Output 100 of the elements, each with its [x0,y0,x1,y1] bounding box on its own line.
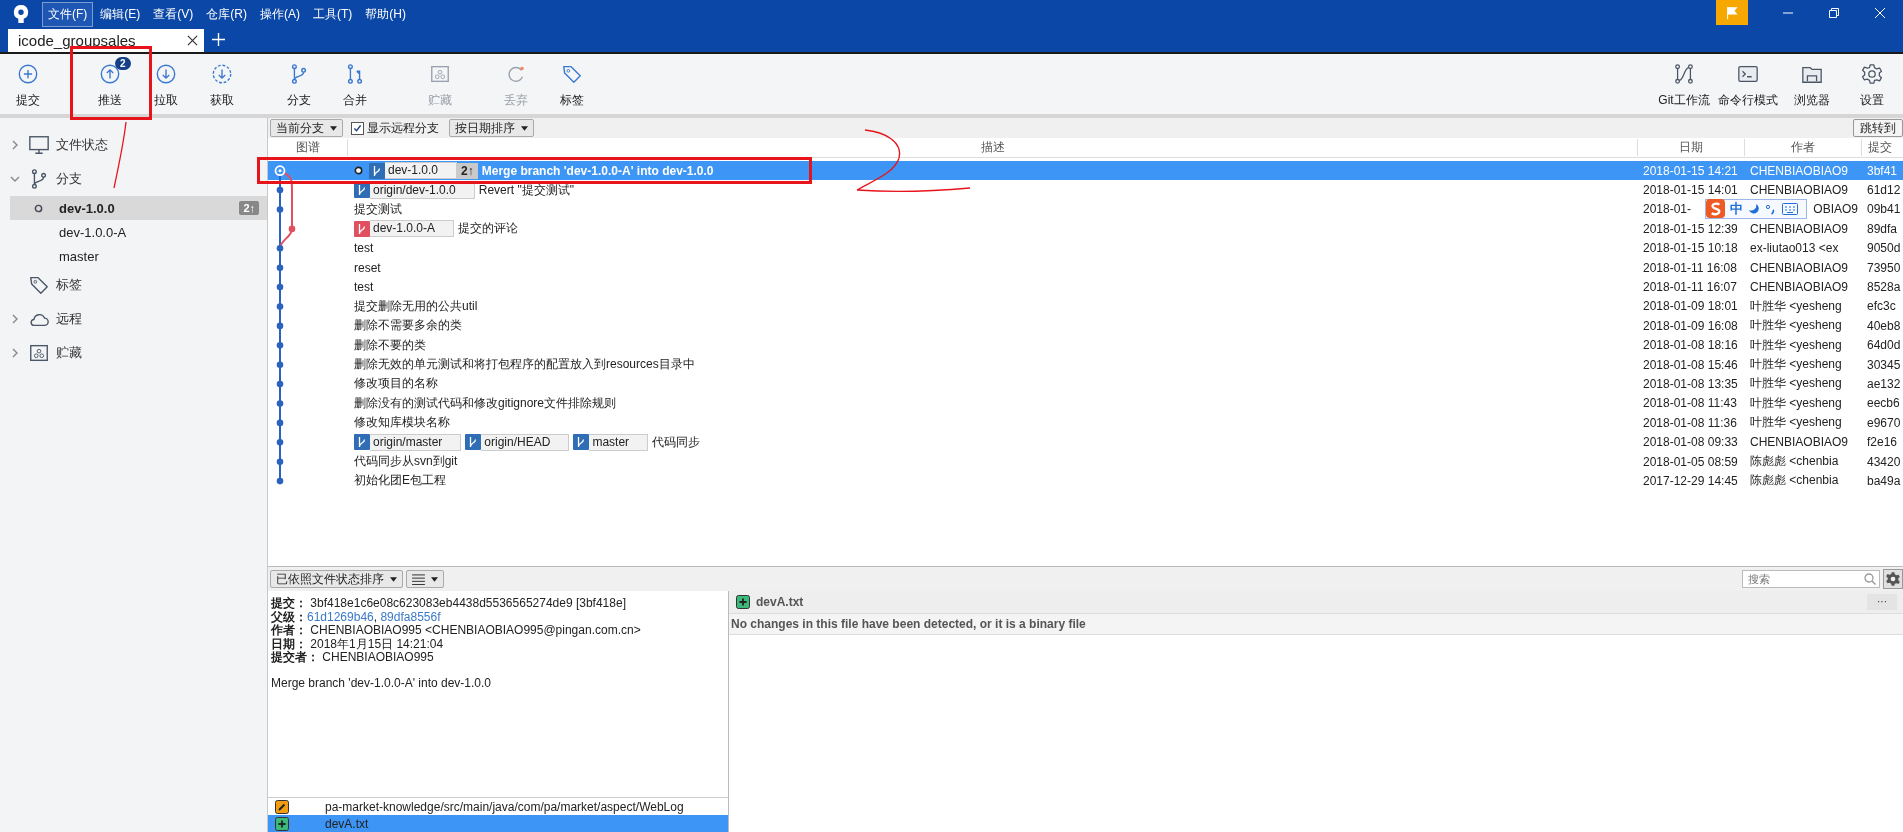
tab-label: icode_groupsales [18,32,137,49]
commit-row[interactable]: 提交测试 2018-01- 中 OBIAO9 09b41 [268,199,1903,220]
commit-dot[interactable] [288,225,296,233]
section-label[interactable]: 标签 [56,276,82,294]
commit-row[interactable]: 初始化团E包工程 2017-12-29 14:45 陈彪彪 <chenbia ba49a [268,471,1903,491]
commit-message: Revert "提交测试" [478,181,574,199]
commit-row[interactable]: 删除不需要多余的类 2018-01-09 16:08 叶胜华 <yesheng 40eb8 [268,316,1903,336]
commit-row[interactable]: 修改知库模块名称 2018-01-08 11:36 叶胜华 <yesheng e9670 [268,413,1903,433]
commit-dot[interactable] [276,400,284,407]
menu-item[interactable]: 操作(A) [254,2,306,27]
menu-item[interactable]: 仓库(R) [200,2,253,27]
toolbar-button[interactable]: 推送 2 [82,54,138,114]
branch-name[interactable]: origin/master [370,433,462,451]
commit-row[interactable]: 修改项目的名称 2018-01-08 13:35 叶胜华 <yesheng ae132 [268,374,1903,394]
commit-dot[interactable] [276,439,284,446]
commit-row[interactable]: reset 2018-01-11 16:08 CHENBIAOBIAO9 73950 [268,257,1903,278]
column-header[interactable]: 日期 [1638,139,1745,156]
menu-item[interactable]: 编辑(E) [94,2,147,27]
branch-item[interactable]: master [10,244,267,268]
ime-toolbar[interactable]: 中 [1705,198,1807,219]
punctuation-icon[interactable] [1765,202,1777,215]
commit-dot[interactable] [276,206,284,213]
branch-item[interactable]: dev-1.0.0-A [10,220,267,244]
menu-item[interactable]: 帮助(H) [359,2,412,27]
commit-row[interactable]: test 2018-01-11 16:07 CHENBIAOBIAO9 8528a [268,277,1903,297]
chevron-icon[interactable] [10,348,20,358]
menu-item[interactable]: 文件(F) [42,2,94,27]
branch-dropdown[interactable]: 当前分支 [270,119,343,137]
view-dropdown[interactable] [406,570,444,588]
moon-icon[interactable] [1748,202,1760,215]
commit-row[interactable]: 删除没有的测试代码和修改gitignore文件排除规则 2018-01-08 11:43 叶胜华 <yesheng eecb6 [268,393,1903,414]
toolbar-button[interactable]: 标签 [544,54,600,114]
file-row[interactable]: devA.txt [268,815,728,832]
count-badge: 2 [115,57,131,70]
toolbar-button[interactable]: 命令行模式 [1715,54,1781,114]
plus-icon [212,33,225,46]
commit-row[interactable]: 提交删除无用的公共util 2018-01-09 18:01 叶胜华 <yesheng efc3c [268,296,1903,317]
commit-row[interactable]: dev-1.0.0-A 提交的评论 2018-01-15 12:39 CHENBIAOBIAO9 89dfa [268,219,1903,239]
commit-dot[interactable] [276,322,284,330]
keyboard-icon[interactable] [1782,202,1798,215]
search-field[interactable]: 搜索 [1742,570,1880,588]
commit-dot[interactable] [276,186,284,194]
menu-item[interactable]: 工具(T) [307,2,359,27]
section-label[interactable]: 远程 [56,310,82,328]
ime-mode[interactable]: 中 [1730,199,1743,218]
commit-dot[interactable] [276,477,284,485]
commit-dot[interactable] [276,245,284,252]
commit-dot[interactable] [276,458,284,465]
column-header[interactable]: 描述 [348,139,1638,156]
commit-dot[interactable] [276,283,284,291]
detail-line: 作者： CHENBIAOBIAO995 <CHENBIAOBIAO995@pingan.com.cn> [271,624,642,638]
head-commit-dot[interactable] [274,165,286,177]
commit-dot[interactable] [276,342,284,349]
branch-name[interactable]: origin/HEAD [481,433,570,451]
commit-dot[interactable] [276,419,284,427]
jump-button[interactable]: 跳转到 [1853,119,1903,137]
column-header[interactable]: 作者 [1745,139,1862,156]
tag-icon [561,63,583,85]
toolbar-button[interactable]: 合并 [327,54,383,114]
more-button[interactable]: ··· [1867,594,1897,610]
commit-row[interactable]: 代码同步从svn到git 2018-01-05 08:59 陈彪彪 <chenbia 43420 [268,451,1903,472]
sort-dropdown[interactable]: 按日期排序 [449,119,534,137]
toolbar-button[interactable]: 浏览器 [1783,54,1841,114]
commit-row[interactable]: origin/dev-1.0.0 Revert "提交测试" 2018-01-15 14:01 CHENBIAOBIAO9 61d12 [268,180,1903,200]
commit-row[interactable]: 删除不要的类 2018-01-08 18:16 叶胜华 <yesheng 64d0d [268,335,1903,355]
column-header[interactable]: 提交 [1862,139,1903,156]
toolbar-button[interactable]: Git工作流 [1655,54,1713,114]
commit-row[interactable]: 删除无效的单元测试和将打包程序的配置放入到resources目录中 2018-01-08 15:46 叶胜华 <yesheng 30345 [268,354,1903,375]
commit-dot[interactable] [276,303,284,310]
branch-item[interactable]: dev-1.0.0 2↑ [10,196,267,220]
commit-dot[interactable] [276,264,284,271]
commit-dot[interactable] [276,361,284,368]
section-label[interactable]: 分支 [56,170,82,188]
commit-link[interactable]: 89dfa8556f [380,609,441,624]
branch-name[interactable]: dev-1.0.0 [385,162,458,180]
toolbar-button[interactable]: 设置 [1843,54,1901,114]
toolbar-button[interactable]: 获取 [194,54,250,114]
branch-name[interactable]: master [589,433,649,451]
chevron-icon[interactable] [10,140,20,150]
commit-row[interactable]: origin/master origin/HEAD master 代码同步 2018-01-08 09:33 CHENBIAOBIAO9 f2e16 [268,432,1903,452]
commit-dot[interactable] [276,380,284,388]
sort-dropdown[interactable]: 已依照文件状态排序 [270,570,403,588]
date-cell-text: 2018-01-08 11:36 [1642,415,1738,430]
column-header[interactable]: 图谱 [268,139,348,156]
toolbar-button[interactable]: 提交 [0,54,56,114]
settings-button[interactable] [1883,569,1903,589]
commit-row[interactable]: dev-1.0.0 2↑ Merge branch 'dev-1.0.0-A' into dev-1.0.0 2018-01-15 14:21 CHENBIAOBIAO9 3bf41 [268,161,1903,181]
commit-link[interactable]: 61d1269b46 [307,609,374,624]
menu-item[interactable]: 查看(V) [147,2,200,27]
toolbar-button[interactable]: 拉取 [138,54,194,114]
section-label[interactable]: 贮藏 [56,344,82,362]
section-label[interactable]: 文件状态 [56,136,108,154]
checkbox[interactable] [351,121,364,135]
toolbar-button[interactable]: 分支 [271,54,327,114]
branch-name[interactable]: dev-1.0.0-A [370,220,455,238]
chevron-icon[interactable] [10,174,20,184]
commit-row[interactable]: test 2018-01-15 10:18 ex-liutao013 <ex 9050d [268,238,1903,258]
file-row[interactable]: pa-market-knowledge/src/main/java/com/pa/market/aspect/WebLog [268,798,728,815]
chevron-icon[interactable] [10,314,20,324]
repo-tab[interactable]: icode_groupsales [8,29,204,52]
